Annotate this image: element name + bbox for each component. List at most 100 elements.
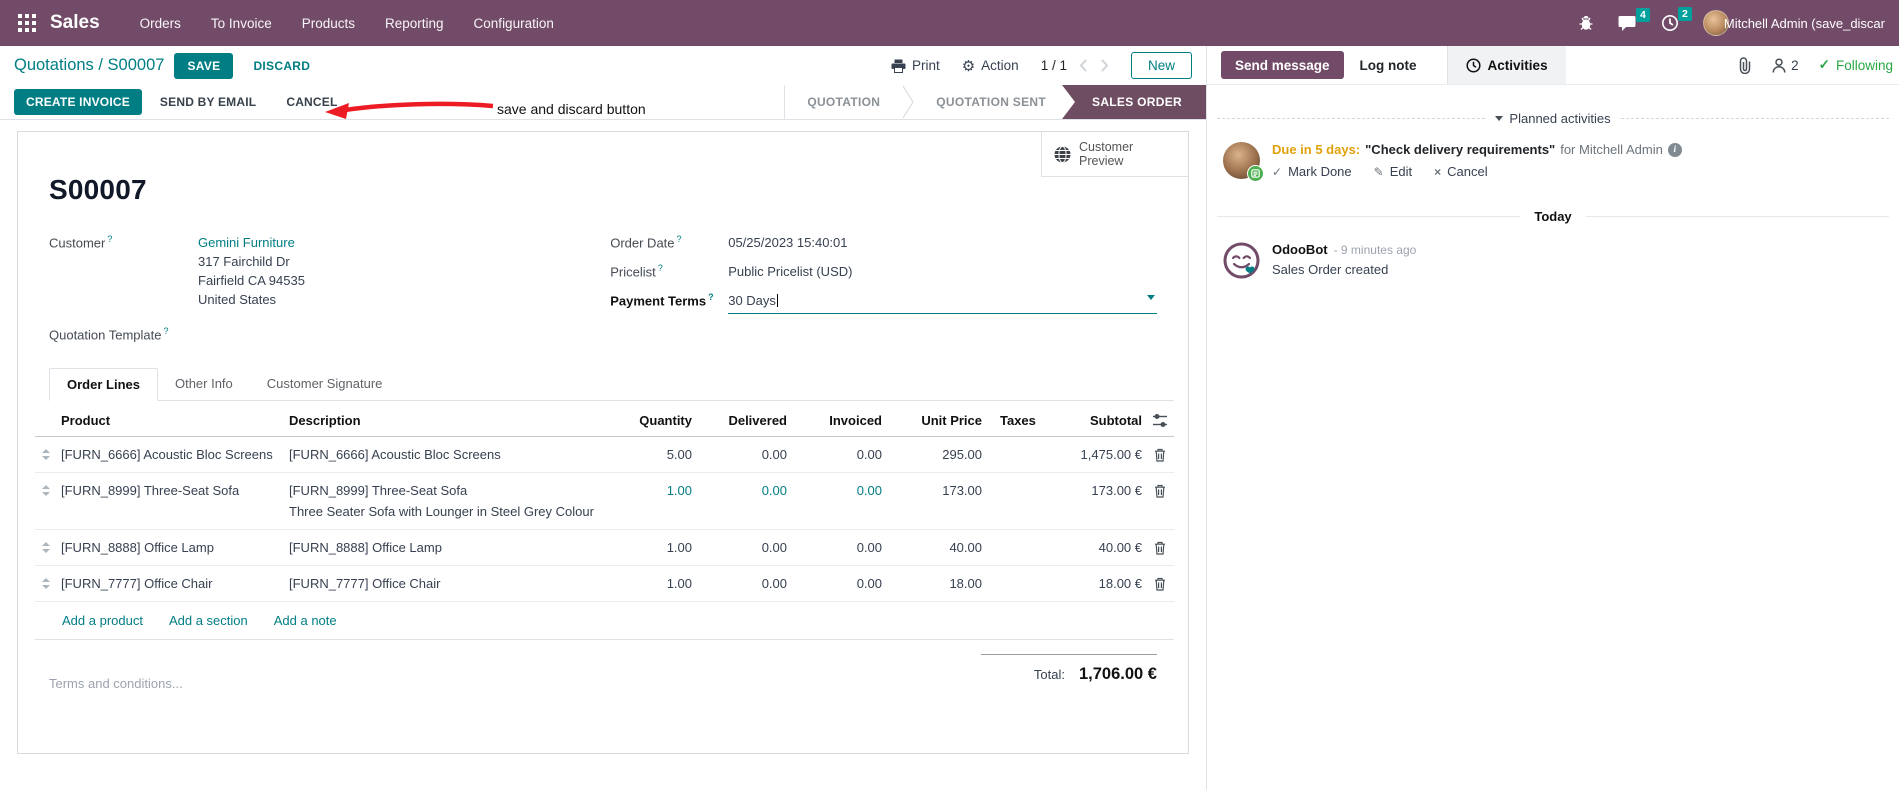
tab-customer-signature[interactable]: Customer Signature	[250, 368, 400, 400]
table-footer-links: Add a product Add a section Add a note	[35, 602, 1174, 641]
col-invoiced[interactable]: Invoiced	[791, 405, 886, 436]
menu-reporting[interactable]: Reporting	[385, 16, 444, 31]
apps-grid-icon[interactable]	[18, 13, 38, 33]
breadcrumb[interactable]: Quotations / S00007	[14, 56, 164, 75]
pager-previous-icon[interactable]	[1079, 59, 1088, 72]
pricelist-field[interactable]: Public Pricelist (USD)	[728, 262, 1157, 281]
terms-placeholder[interactable]: Terms and conditions...	[49, 676, 183, 691]
cell-invoiced: 0.00	[856, 483, 882, 499]
optional-columns-icon[interactable]	[1146, 405, 1174, 435]
info-icon[interactable]: i	[1667, 142, 1682, 157]
following-button[interactable]: ✓ Following	[1819, 57, 1893, 73]
chevron-down-icon[interactable]	[1147, 295, 1155, 300]
send-by-email-button[interactable]: SEND BY EMAIL	[148, 89, 268, 115]
cancel-activity-button[interactable]: × Cancel	[1434, 164, 1487, 179]
cell-product: [FURN_6666] Acoustic Bloc Screens	[61, 447, 273, 463]
pencil-icon: ✎	[1373, 164, 1384, 179]
customer-link[interactable]: Gemini Furniture	[198, 233, 570, 252]
activity-type-badge-icon	[1247, 165, 1264, 182]
status-sales-order[interactable]: SALES ORDER	[1062, 85, 1206, 119]
order-date-field[interactable]: 05/25/2023 15:40:01	[728, 233, 1157, 252]
user-menu[interactable]: Mitchell Admin (save_discar	[1702, 10, 1885, 36]
menu-orders[interactable]: Orders	[140, 16, 181, 31]
delete-row-icon[interactable]	[1146, 530, 1174, 565]
cell-unit-price: 295.00	[942, 447, 982, 463]
pager-next-icon[interactable]	[1100, 59, 1109, 72]
check-icon: ✓	[1272, 164, 1283, 179]
delete-row-icon[interactable]	[1146, 473, 1174, 508]
chatter-message: OdooBot - 9 minutes ago Sales Order crea…	[1207, 224, 1899, 279]
cell-quantity: 1.00	[666, 483, 692, 499]
cell-taxes	[986, 530, 1071, 550]
planned-activities-header[interactable]: Planned activities	[1217, 111, 1889, 126]
table-row[interactable]: [FURN_8888] Office Lamp [FURN_8888] Offi…	[35, 530, 1174, 567]
col-delivered[interactable]: Delivered	[696, 405, 791, 436]
activities-badge: 2	[1678, 7, 1692, 21]
discard-button[interactable]: DISCARD	[241, 53, 322, 79]
mark-done-button[interactable]: ✓ Mark Done	[1272, 164, 1352, 179]
quotation-template-field[interactable]	[198, 325, 570, 342]
payment-terms-input[interactable]: 30 Days	[728, 291, 1157, 314]
app-title[interactable]: Sales	[50, 12, 100, 34]
print-button[interactable]: Print	[891, 58, 940, 73]
chatter-topbar: Send message Log note Activities 2 ✓ Fol…	[1207, 46, 1899, 85]
customer-preview-button[interactable]: Customer Preview	[1041, 132, 1188, 177]
send-message-button[interactable]: Send message	[1221, 51, 1344, 79]
status-quotation[interactable]: QUOTATION	[785, 85, 902, 119]
col-taxes[interactable]: Taxes	[986, 405, 1071, 436]
menu-products[interactable]: Products	[302, 16, 355, 31]
message-author[interactable]: OdooBot	[1272, 242, 1328, 257]
save-button[interactable]: SAVE	[174, 52, 234, 79]
cell-invoiced: 0.00	[856, 447, 882, 463]
activities-clock-icon[interactable]: 2	[1661, 7, 1692, 32]
printer-icon	[891, 59, 906, 73]
tab-other-info[interactable]: Other Info	[158, 368, 250, 400]
add-a-section-link[interactable]: Add a section	[169, 613, 248, 628]
check-icon: ✓	[1818, 57, 1830, 72]
activities-button[interactable]: Activities	[1447, 46, 1566, 84]
edit-activity-button[interactable]: ✎ Edit	[1374, 164, 1412, 179]
tab-order-lines[interactable]: Order Lines	[49, 368, 158, 402]
status-quotation-sent[interactable]: QUOTATION SENT	[914, 85, 1068, 119]
delete-row-icon[interactable]	[1146, 566, 1174, 601]
today-divider: Today	[1217, 209, 1889, 224]
debug-bug-icon[interactable]	[1578, 15, 1594, 31]
menu-to-invoice[interactable]: To Invoice	[211, 16, 272, 31]
delete-row-icon[interactable]	[1146, 437, 1174, 472]
col-product[interactable]: Product	[57, 405, 285, 436]
cell-product: [FURN_8888] Office Lamp	[61, 540, 214, 556]
activity-due: Due in 5 days:	[1272, 142, 1361, 157]
table-row[interactable]: [FURN_8999] Three-Seat Sofa [FURN_8999] …	[35, 473, 1174, 531]
menu-configuration[interactable]: Configuration	[474, 16, 554, 31]
create-invoice-button[interactable]: CREATE INVOICE	[14, 89, 142, 115]
drag-handle-icon[interactable]	[35, 566, 57, 599]
pager: 1 / 1	[1041, 58, 1109, 73]
record-title[interactable]: S00007	[49, 174, 1188, 206]
col-subtotal[interactable]: Subtotal	[1071, 405, 1146, 436]
cell-unit-price: 173.00	[942, 483, 982, 499]
cell-description: [FURN_7777] Office Chair	[289, 576, 441, 592]
quotation-template-label: Quotation Template?	[49, 326, 169, 343]
messages-badge: 4	[1636, 7, 1650, 22]
add-a-note-link[interactable]: Add a note	[274, 613, 337, 628]
col-unit-price[interactable]: Unit Price	[886, 405, 986, 436]
action-button[interactable]: ⚙ Action	[962, 57, 1019, 75]
total-label: Total:	[1033, 667, 1065, 683]
drag-handle-icon[interactable]	[35, 437, 57, 470]
odoobot-avatar	[1223, 242, 1260, 279]
new-button[interactable]: New	[1130, 52, 1192, 79]
table-row[interactable]: [FURN_6666] Acoustic Bloc Screens [FURN_…	[35, 437, 1174, 474]
messages-icon[interactable]: 4	[1618, 7, 1650, 32]
table-row[interactable]: [FURN_7777] Office Chair [FURN_7777] Off…	[35, 566, 1174, 603]
log-note-button[interactable]: Log note	[1344, 46, 1433, 84]
followers-button[interactable]: 2	[1772, 58, 1799, 73]
add-a-product-link[interactable]: Add a product	[62, 613, 143, 628]
drag-handle-icon[interactable]	[35, 530, 57, 563]
order-date-label: Order Date?	[610, 234, 682, 251]
cell-delivered: 0.00	[761, 447, 787, 463]
gear-icon: ⚙	[961, 57, 976, 75]
col-description[interactable]: Description	[285, 405, 606, 436]
attachment-paperclip-icon[interactable]	[1738, 56, 1752, 74]
drag-handle-icon[interactable]	[35, 473, 57, 506]
col-quantity[interactable]: Quantity	[606, 405, 696, 436]
